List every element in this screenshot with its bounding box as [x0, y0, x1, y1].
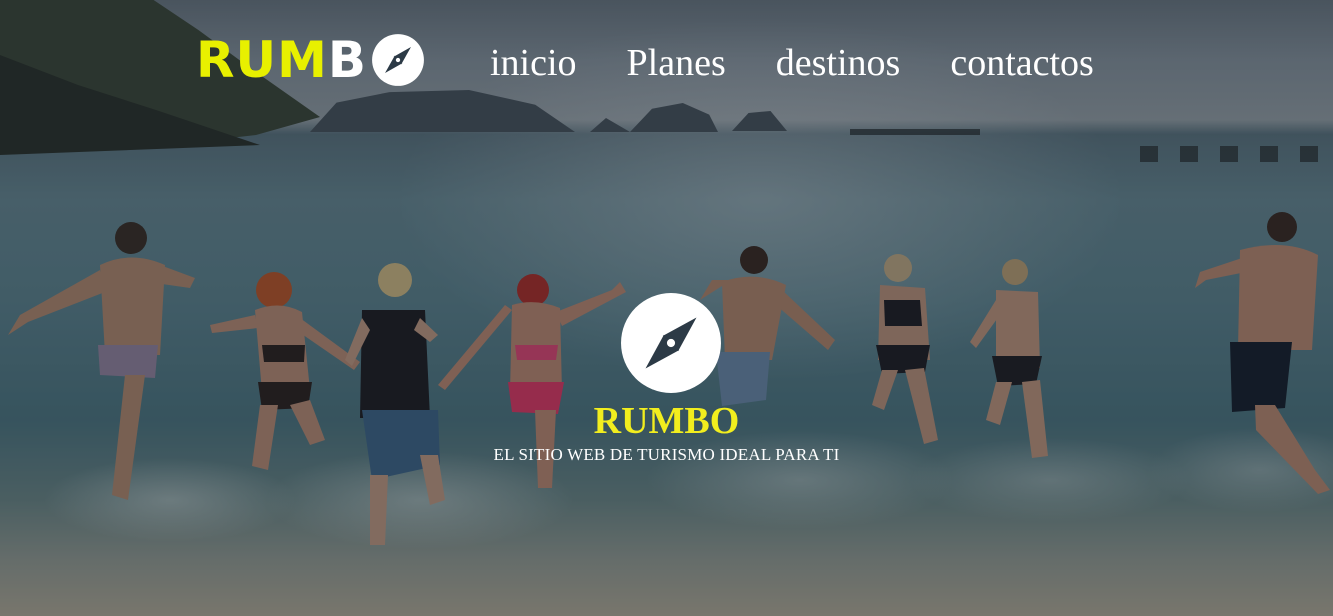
hero-title: RUMBO — [593, 400, 740, 442]
hero-subtitle: EL SITIO WEB DE TURISMO IDEAL PARA TI — [493, 445, 840, 464]
logo-text-white: B — [327, 31, 367, 89]
logo-text-yellow: RUM — [196, 31, 328, 89]
nav-item-planes[interactable]: Planes — [627, 38, 726, 88]
nav-item-inicio[interactable]: inicio — [490, 38, 577, 88]
compass-icon — [372, 34, 424, 86]
nav-item-contactos[interactable]: contactos — [950, 38, 1094, 88]
site-logo[interactable]: RUM B — [196, 30, 425, 90]
nav-item-destinos[interactable]: destinos — [776, 38, 901, 88]
hero-background: RUM B inicio Planes destinos contactos R… — [0, 0, 1333, 616]
compass-icon — [621, 293, 721, 393]
main-nav: inicio Planes destinos contactos — [490, 38, 1094, 88]
